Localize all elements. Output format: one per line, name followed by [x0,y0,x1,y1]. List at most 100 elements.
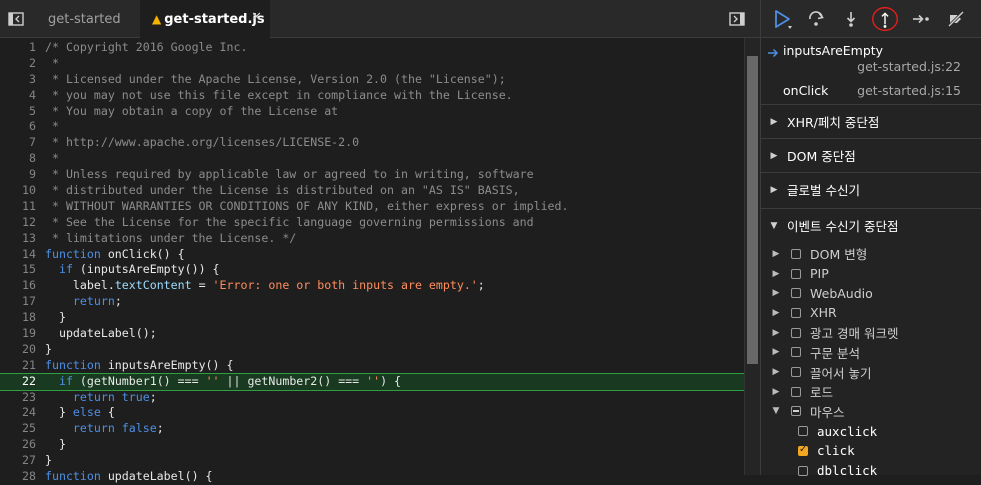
code-line[interactable]: 28 function updateLabel() { [0,469,744,485]
frame-location[interactable]: get-started.js:15 [857,83,961,98]
event-checkbox[interactable] [791,367,801,378]
line-number[interactable]: 5 [0,104,36,120]
expand-arrow-icon[interactable]: ▶ [761,288,791,298]
collapse-arrow-icon[interactable]: ▼ [761,406,791,416]
event-checkbox[interactable] [798,426,808,437]
code-line[interactable]: 26 } [0,437,744,453]
code-line[interactable]: 9 * Unless required by applicable law or… [0,167,744,183]
line-number[interactable]: 21 [0,358,36,374]
toggle-debugger-button[interactable] [726,0,748,38]
line-number[interactable]: 14 [0,247,36,263]
code-line[interactable]: 10 * distributed under the License is di… [0,183,744,199]
code-line[interactable]: 5 * You may obtain a copy of the License… [0,104,744,120]
expand-arrow-icon[interactable]: ▶ [761,367,791,377]
event-checkbox[interactable] [791,288,801,299]
step-button[interactable] [907,4,935,34]
code-line[interactable]: 18 } [0,310,744,326]
expand-arrow-icon[interactable]: ▶ [761,249,791,259]
code-area[interactable]: 1/* Copyright 2016 Google Inc. 2 * 3 * Lic… [0,40,745,485]
line-number[interactable]: 18 [0,310,36,326]
code-line[interactable]: 13 * limitations under the License. */ [0,231,744,247]
line-number[interactable]: 20 [0,342,36,358]
event-category[interactable]: ▶ 구문 분석 [761,343,981,363]
expand-arrow-icon[interactable]: ▶ [761,308,791,318]
code-line[interactable]: 12 * See the License for the specific la… [0,215,744,231]
step-over-button[interactable] [802,4,830,34]
line-number[interactable]: 25 [0,421,36,437]
expand-arrow-icon[interactable]: ▶ [761,387,791,397]
line-number[interactable]: 8 [0,151,36,167]
line-number[interactable]: 27 [0,453,36,469]
line-number[interactable]: 4 [0,88,36,104]
code-line[interactable]: 4 * you may not use this file except in … [0,88,744,104]
callstack-frame[interactable]: onClick get-started.js:15 [761,83,981,103]
section-event-listener-breakpoints[interactable]: ▼ 이벤트 수신기 중단점 [761,208,981,242]
event-category[interactable]: ▶ 로드 [761,382,981,402]
event-category[interactable]: ▼ 마우스 [761,402,981,422]
code-line[interactable]: 16 label.textContent = 'Error: one or bo… [0,278,744,294]
event-category[interactable]: ▶ PIP [761,264,981,284]
code-line[interactable]: 24 } else { [0,405,744,421]
step-into-button[interactable] [837,4,865,34]
line-number[interactable]: 16 [0,278,36,294]
line-number[interactable]: 13 [0,231,36,247]
code-line[interactable]: 6 * [0,119,744,135]
expand-arrow-icon[interactable]: ▶ [761,328,791,338]
line-number[interactable]: 22 [0,374,36,390]
line-number[interactable]: 7 [0,135,36,151]
line-number[interactable]: 11 [0,199,36,215]
code-line[interactable]: 1 /* Copyright 2016 Google Inc. [0,40,744,56]
expand-arrow-icon[interactable]: ▶ [761,347,791,357]
code-line[interactable]: 3 * Licensed under the Apache License, V… [0,72,744,88]
deactivate-breakpoints-button[interactable] [942,4,970,34]
event-category[interactable]: ▶ 광고 경매 워크렛 [761,323,981,343]
scrollbar-thumb[interactable] [747,56,758,364]
code-line[interactable]: 8 * [0,151,744,167]
callstack-frame-current[interactable]: inputsAreEmpty get-started.js:22 [761,43,981,79]
toggle-navigator-button[interactable] [0,0,32,38]
code-line[interactable]: 21 function inputsAreEmpty() { [0,358,744,374]
code-line[interactable]: 17 return; [0,294,744,310]
line-number[interactable]: 1 [0,40,36,56]
event-category[interactable]: ▶ WebAudio [761,283,981,303]
line-number[interactable]: 12 [0,215,36,231]
event-checkbox[interactable] [791,347,801,358]
code-line[interactable]: 7 * http://www.apache.org/licenses/LICEN… [0,135,744,151]
tab-get-started[interactable]: get-started [32,0,132,38]
tab-get-started-js[interactable]: ▲ get-started.js ✕ [140,0,270,38]
code-line[interactable]: 15 if (inputsAreEmpty()) { [0,262,744,278]
line-number[interactable]: 15 [0,262,36,278]
line-number[interactable]: 24 [0,405,36,421]
line-number[interactable]: 3 [0,72,36,88]
line-number[interactable]: 17 [0,294,36,310]
mouse-event-item[interactable]: dblclick [761,461,981,481]
code-line[interactable]: 20} [0,342,744,358]
editor-scrollbar[interactable] [744,38,760,475]
close-tab-icon[interactable]: ✕ [251,10,262,25]
event-category[interactable]: ▶ DOM 변형 [761,244,981,264]
line-number[interactable]: 23 [0,390,36,406]
resume-button[interactable] [769,4,797,34]
code-line[interactable]: 25 return false; [0,421,744,437]
code-line[interactable]: 19 updateLabel(); [0,326,744,342]
section-xhr-breakpoints[interactable]: ▶ XHR/페치 중단점 [761,104,981,138]
line-number[interactable]: 26 [0,437,36,453]
code-line-paused[interactable]: 22 if (getNumber1() === '' || getNumber2… [0,372,745,391]
line-number[interactable]: 9 [0,167,36,183]
event-category[interactable]: ▶ 끌어서 놓기 [761,362,981,382]
mouse-event-item[interactable]: click [761,441,981,461]
section-dom-breakpoints[interactable]: ▶ DOM 중단점 [761,138,981,172]
event-checkbox[interactable] [791,406,801,417]
line-number[interactable]: 28 [0,469,36,485]
line-number[interactable]: 6 [0,119,36,135]
line-number[interactable]: 19 [0,326,36,342]
event-checkbox[interactable] [798,465,808,476]
event-checkbox[interactable] [798,444,808,456]
code-line[interactable]: 23 return true; [0,390,744,406]
event-checkbox[interactable] [791,248,801,259]
code-line[interactable]: 27} [0,453,744,469]
section-global-listeners[interactable]: ▶ 글로벌 수신기 [761,172,981,206]
event-checkbox[interactable] [791,268,801,279]
event-checkbox[interactable] [791,386,801,397]
code-line[interactable]: 14 function onClick() { [0,247,744,263]
